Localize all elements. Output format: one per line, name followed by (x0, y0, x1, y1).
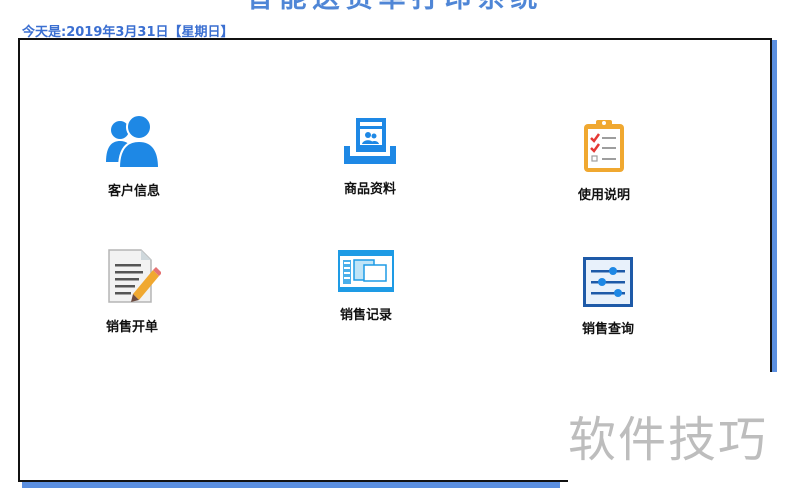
sales-records-button[interactable]: 销售记录 (334, 250, 398, 323)
sales-order-button[interactable]: 销售开单 (100, 248, 164, 335)
product-catalog-icon (344, 118, 396, 164)
product-data-label: 商品资料 (343, 182, 396, 197)
users-icon (106, 114, 161, 169)
document-edit-icon (108, 249, 161, 303)
clipboard-checklist-icon (584, 120, 624, 172)
product-data-button[interactable]: 商品资料 (338, 116, 402, 197)
instructions-label: 使用说明 (577, 188, 630, 203)
watermark-text: 软件技巧 (568, 412, 769, 468)
sales-query-button[interactable]: 销售查询 (576, 256, 640, 337)
sales-order-label: 销售开单 (105, 320, 158, 335)
sales-query-label: 销售查询 (581, 322, 634, 337)
sliders-icon (583, 257, 633, 307)
customer-info-label: 客户信息 (107, 184, 160, 199)
window-records-icon (338, 250, 394, 292)
app-title: 智能送货单打印系统 (0, 0, 790, 14)
customer-info-button[interactable]: 客户信息 (102, 114, 166, 199)
sales-records-label: 销售记录 (339, 308, 392, 323)
instructions-button[interactable]: 使用说明 (572, 118, 636, 203)
